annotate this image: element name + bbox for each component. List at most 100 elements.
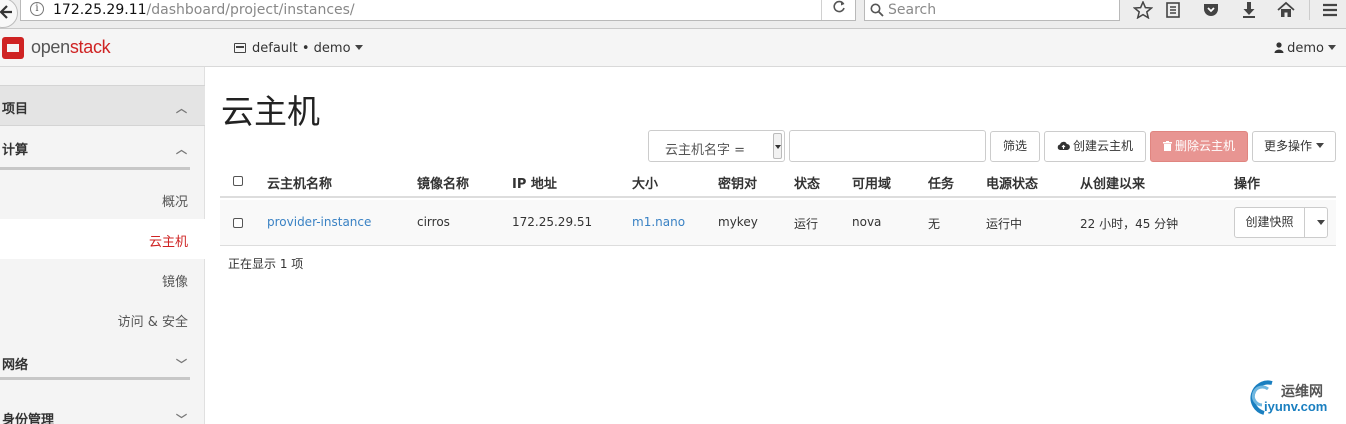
reading-list-icon[interactable] (1163, 1, 1183, 19)
column-header: 操作 (1234, 177, 1261, 192)
url-host: 172.25.29.11 (53, 2, 147, 18)
table-row: provider-instance cirros 172.25.29.51 m1… (220, 200, 1336, 246)
sidebar-section-label: 网络 (2, 358, 29, 373)
delete-instances-label: 删除云主机 (1174, 139, 1235, 153)
filter-field-select[interactable]: 云主机名字 = (648, 130, 785, 162)
url-path: /dashboard/project/instances/ (146, 2, 355, 18)
sidebar-item-images[interactable]: 镜像 (0, 259, 205, 299)
launch-instance-label: 创建云主机 (1072, 139, 1133, 153)
arrow-left-icon (0, 5, 12, 19)
sidebar-section-compute[interactable]: 计算 ︿ (0, 127, 205, 168)
project-selector-label: default • demo (252, 41, 351, 56)
row-checkbox[interactable] (233, 218, 243, 228)
sidebar-section-identity[interactable]: 身份管理 ﹀ (0, 397, 205, 424)
column-header[interactable]: 云主机名称 (267, 173, 332, 192)
sidebar-section-project[interactable]: 项目 ︿ (0, 85, 205, 126)
address-bar[interactable]: i 172.25.29.11/dashboard/project/instanc… (20, 0, 856, 21)
user-menu[interactable]: demo (1274, 41, 1336, 56)
chevron-up-icon: ︿ (176, 102, 187, 115)
row-actions-dropdown-icon[interactable] (1317, 220, 1325, 225)
key-pair: mykey (718, 215, 758, 229)
filter-field-value: 云主机名字 = (665, 143, 746, 158)
star-icon[interactable] (1133, 1, 1153, 19)
column-header[interactable]: IP 地址 (512, 173, 557, 192)
openstack-logo-icon[interactable] (2, 37, 24, 59)
trash-icon (1162, 141, 1172, 151)
back-button[interactable] (0, 0, 18, 28)
download-icon[interactable] (1239, 1, 1259, 19)
column-header[interactable]: 密钥对 (718, 173, 757, 192)
sidebar-section-label: 计算 (2, 143, 29, 158)
user-name: demo (1287, 41, 1324, 56)
column-header[interactable]: 状态 (794, 173, 820, 192)
sidebar-item-instances[interactable]: 云主机 (0, 219, 205, 259)
chevron-down-icon (1316, 143, 1324, 148)
dropdown-arrow-icon (773, 133, 782, 159)
column-header[interactable]: 电源状态 (986, 173, 1038, 192)
column-header[interactable]: 从创建以来 (1080, 173, 1145, 192)
watermark-zh: 运维网 (1281, 384, 1323, 400)
search-placeholder: Search (888, 2, 937, 18)
watermark: 运维网 iyunv.com (1240, 375, 1346, 420)
info-icon[interactable]: i (30, 2, 44, 16)
sidebar-item-label: 概况 (161, 195, 188, 210)
column-header[interactable]: 可用域 (852, 173, 891, 192)
sidebar-section-network[interactable]: 网络 ﹀ (0, 342, 205, 380)
browser-toolbar: i 172.25.29.11/dashboard/project/instanc… (0, 0, 1346, 29)
column-header[interactable]: 任务 (928, 173, 954, 192)
delete-instances-button[interactable]: 删除云主机 (1150, 131, 1248, 162)
project-icon (234, 43, 246, 53)
chevron-down-icon: ﹀ (176, 358, 187, 371)
hamburger-menu-icon[interactable] (1320, 1, 1340, 19)
age: 22 小时，45 分钟 (1080, 217, 1179, 231)
column-header[interactable]: 大小 (632, 173, 658, 192)
column-header[interactable]: 镜像名称 (417, 173, 469, 192)
select-all-checkbox[interactable] (233, 176, 243, 186)
sidebar-item-label: 镜像 (161, 275, 188, 290)
chevron-down-icon (1328, 45, 1336, 50)
user-icon (1274, 42, 1284, 53)
chevron-up-icon: ︿ (176, 143, 187, 156)
toolbar-separator (1309, 0, 1310, 20)
page-title: 云主机 (221, 92, 320, 131)
top-navbar: openstack default • demo demo (0, 29, 1346, 67)
brand-suffix: stack (69, 37, 111, 57)
flavor-link[interactable]: m1.nano (632, 215, 685, 229)
url-text: 172.25.29.11/dashboard/project/instances… (53, 0, 355, 20)
watermark-en: iyunv.com (1264, 399, 1328, 414)
sidebar: 项目 ︿ 计算 ︿ 概况 云主机 镜像 访问 & 安全 网络 ﹀ 身份管理 ﹀ (0, 67, 205, 424)
more-actions-button[interactable]: 更多操作 (1252, 131, 1336, 162)
chevron-down-icon: ﹀ (176, 413, 187, 424)
chevron-down-icon (354, 45, 363, 50)
power-state: 运行中 (986, 217, 1023, 231)
reload-icon[interactable] (821, 0, 857, 20)
sidebar-section-label: 项目 (2, 102, 29, 117)
ip-address: 172.25.29.51 (512, 215, 593, 229)
items-count: 正在显示 1 项 (228, 257, 304, 271)
brand-prefix: open (31, 37, 70, 57)
sidebar-item-access-security[interactable]: 访问 & 安全 (0, 299, 205, 339)
sidebar-item-label: 访问 & 安全 (117, 315, 188, 330)
sidebar-item-overview[interactable]: 概况 (0, 179, 205, 219)
create-snapshot-button[interactable]: 创建快照 (1235, 208, 1305, 237)
status: 运行 (794, 217, 819, 231)
table-header: 云主机名称 镜像名称 IP 地址 大小 密钥对 状态 可用域 任务 电源状态 从… (220, 163, 1336, 198)
create-snapshot-split-button: 创建快照 (1234, 207, 1328, 238)
launch-instance-button[interactable]: 创建云主机 (1044, 131, 1146, 162)
sidebar-item-label: 云主机 (148, 235, 188, 250)
image-name: cirros (417, 215, 450, 229)
project-selector[interactable]: default • demo (234, 41, 363, 56)
filter-input[interactable] (789, 130, 986, 162)
home-icon[interactable] (1276, 1, 1296, 19)
search-icon (870, 3, 884, 17)
browser-search-input[interactable]: Search (864, 0, 1120, 21)
more-actions-label: 更多操作 (1263, 139, 1312, 153)
cloud-upload-icon (1057, 141, 1070, 150)
instance-name-link[interactable]: provider-instance (267, 215, 371, 229)
divider (0, 377, 190, 380)
filter-button[interactable]: 筛选 (990, 131, 1040, 162)
task: 无 (928, 217, 941, 231)
sidebar-section-label: 身份管理 (2, 413, 55, 424)
openstack-brand[interactable]: openstack (31, 37, 111, 58)
pocket-icon[interactable] (1201, 1, 1221, 19)
